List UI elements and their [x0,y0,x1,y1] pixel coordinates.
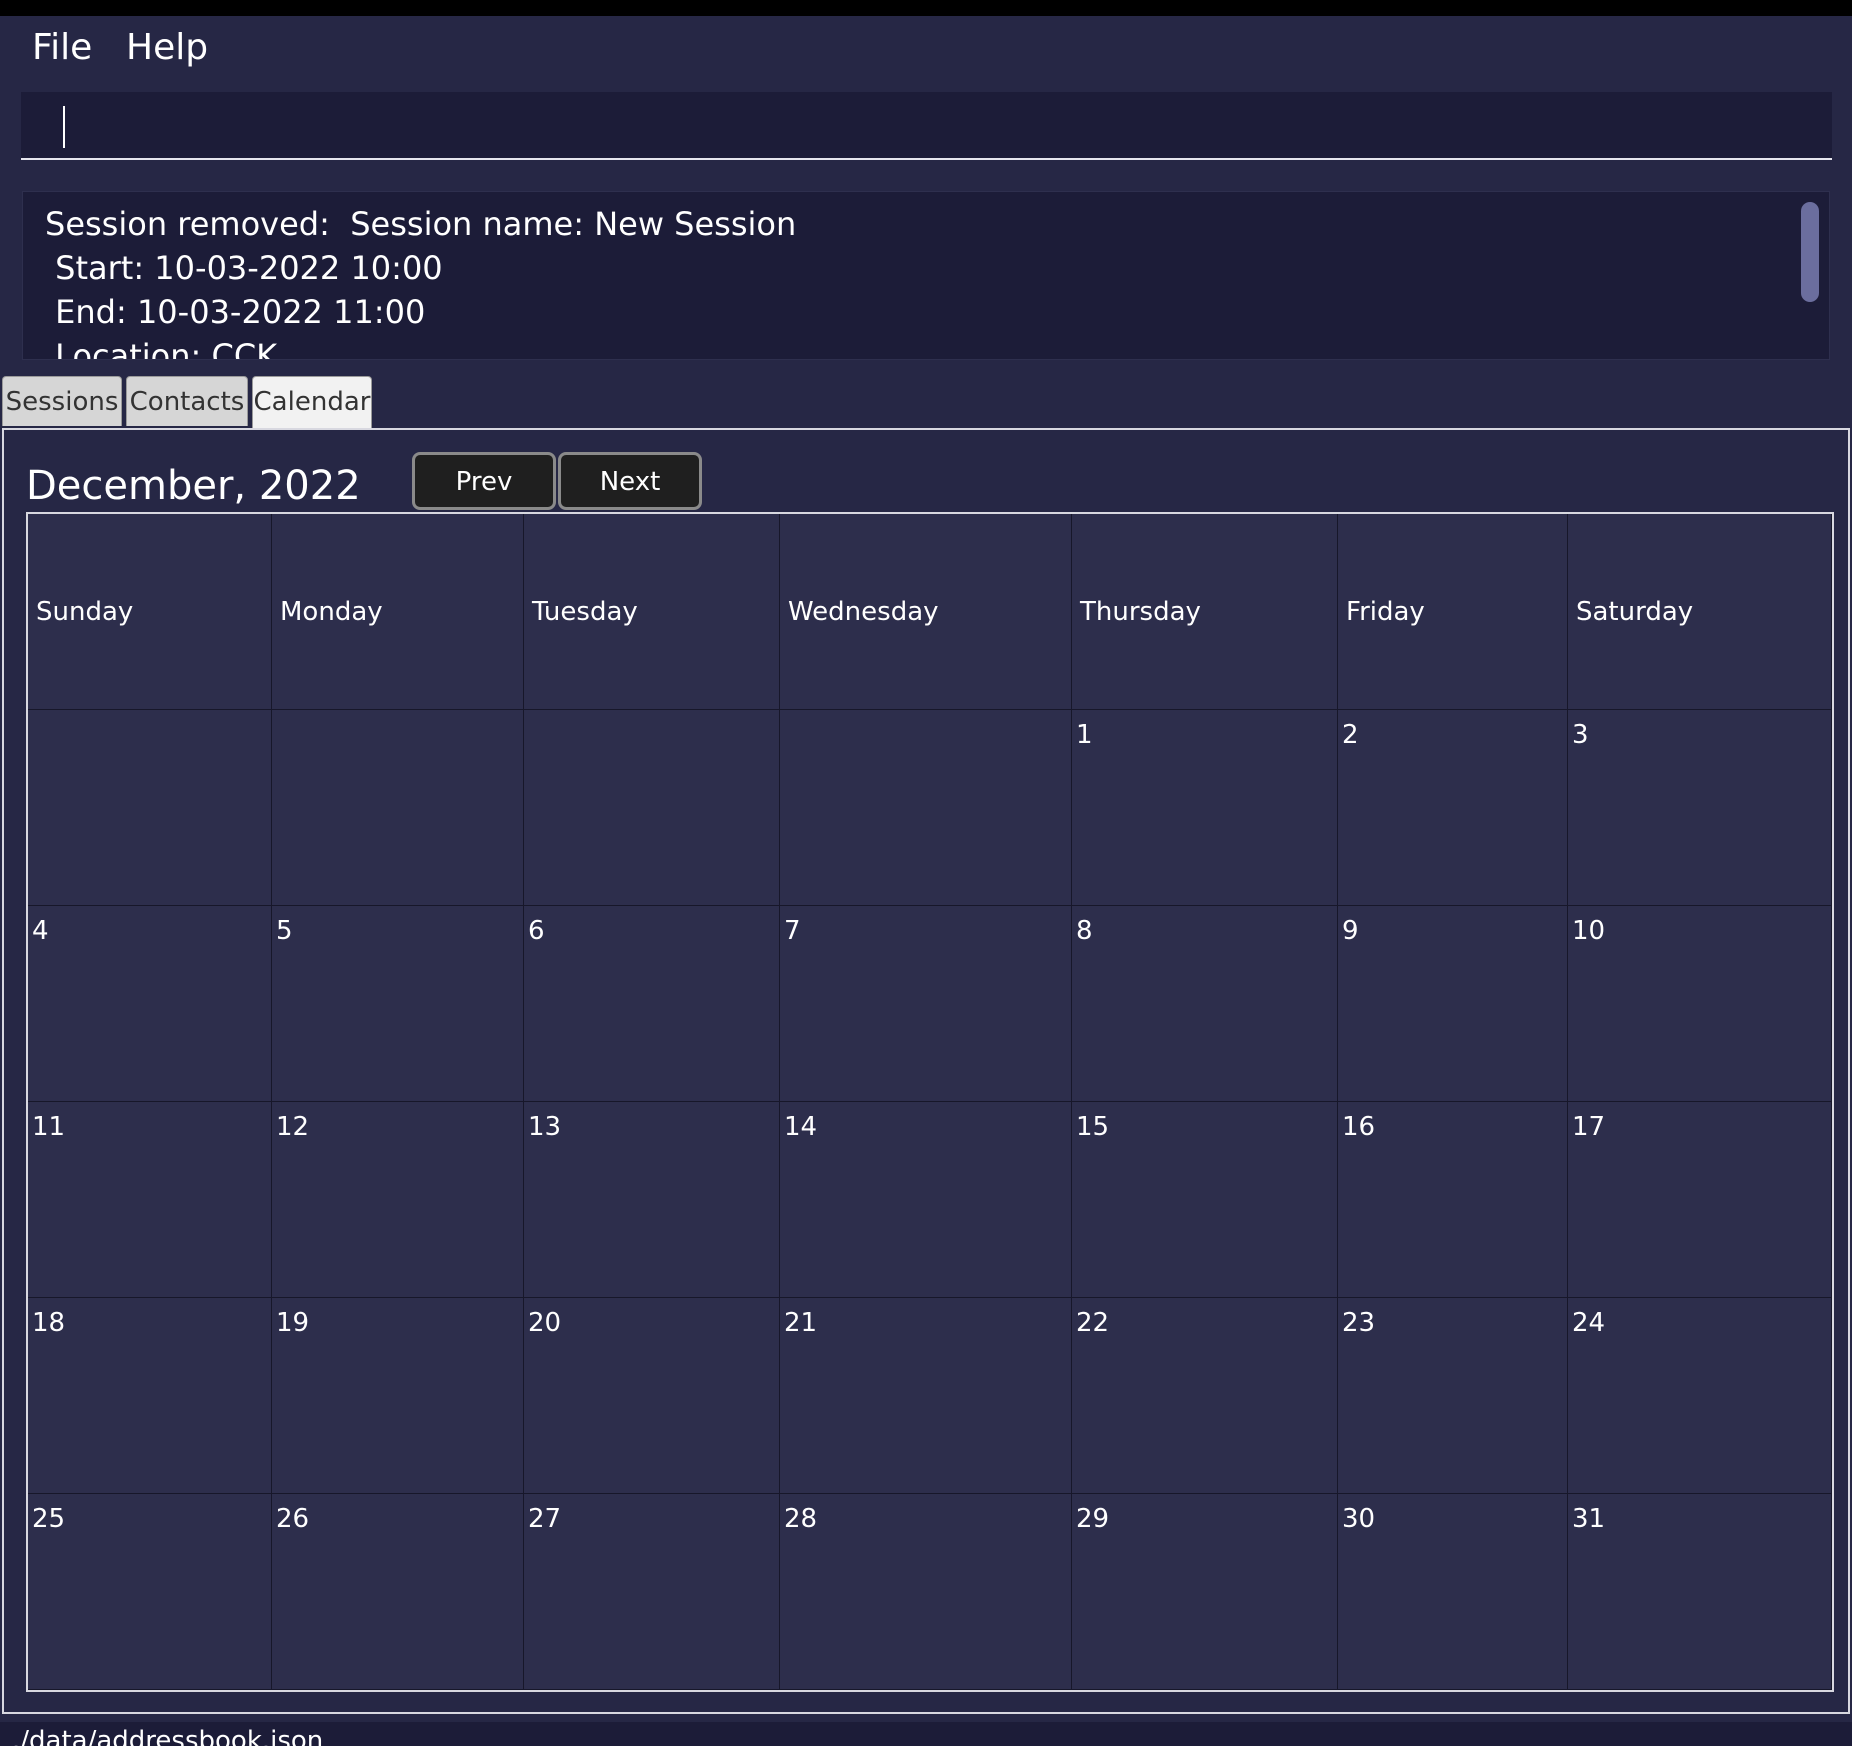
command-input[interactable] [21,92,1832,158]
weekday-header: Thursday [1072,514,1338,710]
day-cell[interactable]: 27 [524,1494,780,1690]
status-bar: ./data/addressbook.json [0,1722,1852,1746]
day-number: 21 [784,1308,818,1338]
day-number: 5 [276,916,293,946]
day-number: 13 [528,1112,562,1142]
day-cell[interactable] [524,710,780,906]
day-cell[interactable]: 5 [272,906,524,1102]
day-cell[interactable]: 6 [524,906,780,1102]
day-cell[interactable]: 23 [1338,1298,1568,1494]
day-cell[interactable]: 19 [272,1298,524,1494]
day-number: 27 [528,1504,562,1534]
day-cell[interactable]: 4 [28,906,272,1102]
menu-bar: File Help [0,16,1852,80]
scroll-thumb[interactable] [1801,202,1819,302]
prev-month-button[interactable]: Prev [412,452,556,510]
day-cell[interactable]: 20 [524,1298,780,1494]
window-title-bar [0,0,1852,16]
tab-sessions[interactable]: Sessions [2,376,122,426]
next-month-button[interactable]: Next [558,452,702,510]
day-cell[interactable]: 30 [1338,1494,1568,1690]
day-number: 16 [1342,1112,1376,1142]
day-number: 29 [1076,1504,1110,1534]
calendar-grid: Sunday Monday Tuesday Wednesday Thursday… [26,512,1834,1692]
weekday-header: Monday [272,514,524,710]
weekday-header: Sunday [28,514,272,710]
command-box[interactable] [21,92,1832,160]
day-cell[interactable]: 13 [524,1102,780,1298]
weekday-header: Saturday [1568,514,1832,710]
day-cell[interactable]: 17 [1568,1102,1832,1298]
day-number: 11 [32,1112,66,1142]
day-number: 23 [1342,1308,1376,1338]
day-cell[interactable]: 21 [780,1298,1072,1494]
weekday-header: Tuesday [524,514,780,710]
day-number: 24 [1572,1308,1606,1338]
day-cell[interactable]: 31 [1568,1494,1832,1690]
day-number: 2 [1342,720,1359,750]
tab-calendar[interactable]: Calendar [252,376,372,428]
day-number: 17 [1572,1112,1606,1142]
day-cell[interactable]: 2 [1338,710,1568,906]
day-number: 10 [1572,916,1606,946]
storage-path: ./data/addressbook.json [12,1726,324,1746]
day-cell[interactable]: 1 [1072,710,1338,906]
day-cell[interactable]: 14 [780,1102,1072,1298]
day-cell[interactable]: 9 [1338,906,1568,1102]
result-display: Session removed: Session name: New Sessi… [22,191,1830,360]
day-number: 26 [276,1504,310,1534]
day-cell[interactable] [272,710,524,906]
day-number: 20 [528,1308,562,1338]
day-cell[interactable]: 26 [272,1494,524,1690]
day-cell[interactable]: 15 [1072,1102,1338,1298]
day-number: 15 [1076,1112,1110,1142]
day-number: 28 [784,1504,818,1534]
day-number: 22 [1076,1308,1110,1338]
result-text: Session removed: Session name: New Sessi… [45,205,797,360]
day-cell[interactable]: 29 [1072,1494,1338,1690]
day-cell[interactable] [780,710,1072,906]
day-cell[interactable]: 11 [28,1102,272,1298]
day-number: 18 [32,1308,66,1338]
day-number: 19 [276,1308,310,1338]
day-number: 31 [1572,1504,1606,1534]
tab-contacts[interactable]: Contacts [126,376,248,426]
day-number: 8 [1076,916,1093,946]
tab-bar: Sessions Contacts Calendar [0,376,1852,428]
day-number: 30 [1342,1504,1376,1534]
day-number: 14 [784,1112,818,1142]
day-cell[interactable]: 24 [1568,1298,1832,1494]
text-caret [63,106,65,148]
day-cell[interactable]: 7 [780,906,1072,1102]
day-number: 3 [1572,720,1589,750]
weekday-header: Wednesday [780,514,1072,710]
menu-help[interactable]: Help [120,24,214,72]
day-number: 9 [1342,916,1359,946]
day-cell[interactable]: 8 [1072,906,1338,1102]
result-scrollbar[interactable] [1801,202,1819,352]
day-number: 6 [528,916,545,946]
day-cell[interactable]: 16 [1338,1102,1568,1298]
calendar-grid-cells: Sunday Monday Tuesday Wednesday Thursday… [28,514,1832,1690]
day-cell[interactable]: 28 [780,1494,1072,1690]
day-cell[interactable]: 25 [28,1494,272,1690]
day-cell[interactable]: 22 [1072,1298,1338,1494]
day-number: 1 [1076,720,1093,750]
day-number: 4 [32,916,49,946]
menu-file[interactable]: File [26,24,98,72]
day-number: 7 [784,916,801,946]
day-cell[interactable] [28,710,272,906]
day-cell[interactable]: 12 [272,1102,524,1298]
month-title: December, 2022 [26,463,361,509]
weekday-header: Friday [1338,514,1568,710]
day-cell[interactable]: 18 [28,1298,272,1494]
calendar-panel: December, 2022 Prev Next Sunday Monday T… [2,428,1850,1714]
day-number: 12 [276,1112,310,1142]
day-cell[interactable]: 3 [1568,710,1832,906]
day-number: 25 [32,1504,66,1534]
day-cell[interactable]: 10 [1568,906,1832,1102]
